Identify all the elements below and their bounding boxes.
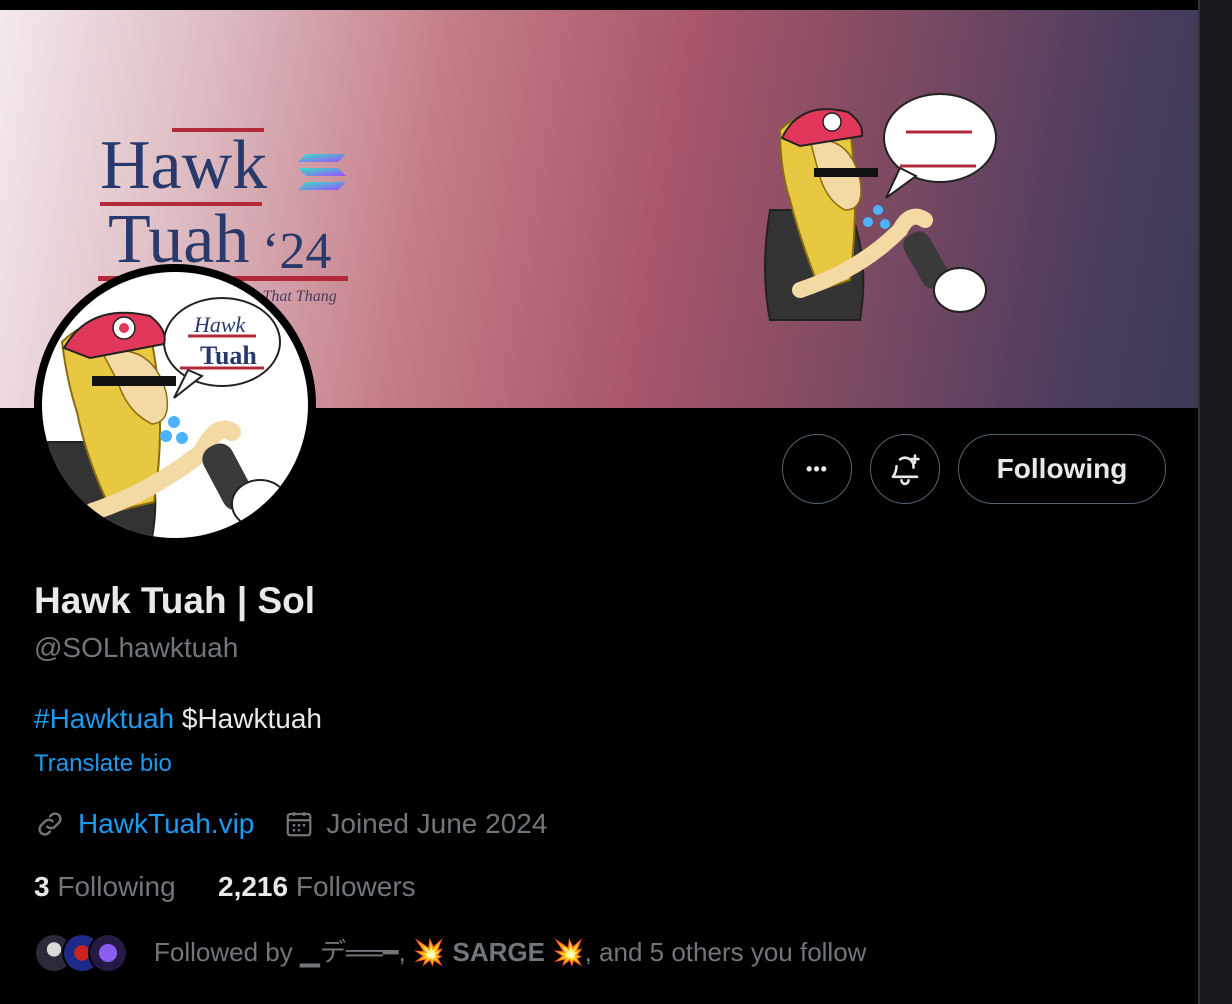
following-stat-link[interactable]: 3 Following <box>34 871 176 903</box>
avatar-cartoon-illustration: Hawk Tuah <box>44 297 289 538</box>
followers-count: 2,216 <box>218 871 289 902</box>
right-gutter <box>1200 0 1232 1004</box>
more-icon: ••• <box>806 458 828 479</box>
avatar-image: Hawk Tuah <box>42 272 308 538</box>
bio: #Hawktuah $Hawktuah <box>34 703 322 735</box>
followed-by-user-1: ▁デ══━ <box>299 937 399 967</box>
following-label: Following <box>57 871 176 902</box>
joined-date: Joined June 2024 <box>326 808 548 839</box>
bell-plus-icon <box>891 454 920 486</box>
user-handle: @SOLhawktuah <box>34 632 239 663</box>
followed-by-text[interactable]: Followed by ▁デ══━, 💥 SARGE 💥, and 5 othe… <box>154 932 866 969</box>
followers-label: Followers <box>295 871 416 902</box>
window-top-strip <box>0 0 1232 10</box>
logo-word-hawk: Hawk <box>100 127 268 204</box>
followed-by-separator: , <box>398 937 413 967</box>
calendar-icon <box>287 812 312 837</box>
translate-bio-link[interactable]: Translate bio <box>34 750 172 778</box>
website-link[interactable]: HawkTuah.vip <box>78 808 254 840</box>
followers-stat-link[interactable]: 2,216 Followers <box>218 871 416 903</box>
follower-avatar-3 <box>88 933 128 973</box>
banner-cartoon-illustration <box>764 93 997 321</box>
explosion-emoji-left: 💥 <box>412 937 446 967</box>
display-name: Hawk Tuah | Sol <box>34 580 316 621</box>
followed-by-prefix: Followed by <box>154 937 300 967</box>
more-options-button[interactable]: ••• <box>782 434 852 504</box>
svg-text:Tuah: Tuah <box>200 341 257 370</box>
following-button[interactable]: Following <box>958 434 1166 504</box>
followed-by-user-2: SARGE <box>452 937 545 967</box>
profile-avatar[interactable]: Hawk Tuah <box>34 264 316 546</box>
explosion-emoji-right: 💥 <box>552 937 585 967</box>
solana-icon <box>298 154 346 190</box>
following-count: 3 <box>34 871 50 902</box>
svg-text:Hawk: Hawk <box>193 312 247 337</box>
bio-cashtag-link[interactable]: $Hawktuah <box>182 703 322 734</box>
profile-meta: HawkTuah.vip Joined June 2024 <box>34 808 547 840</box>
link-icon <box>38 812 62 836</box>
notifications-button[interactable] <box>870 434 940 504</box>
followed-by-suffix: , and 5 others you follow <box>584 937 867 967</box>
bio-hashtag-link[interactable]: #Hawktuah <box>34 703 174 734</box>
